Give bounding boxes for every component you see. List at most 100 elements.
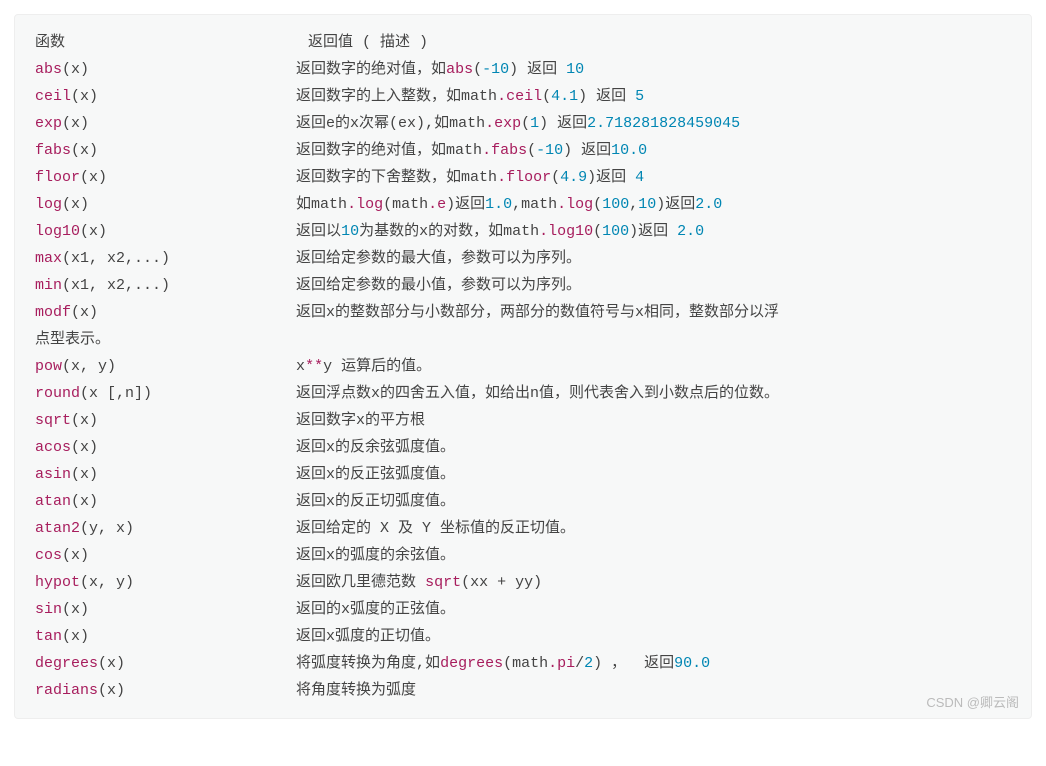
code-token: -10 [482,61,509,78]
code-token: 4.9 [560,169,587,186]
code-token: , [629,196,638,213]
code-line: round(x [,n]) 返回浮点数x的四舍五入值，如给出n值，则代表舍入到小… [35,380,1011,407]
code-token: ( [527,142,536,159]
code-token: (x) 返回x的反正切弧度值。 [71,493,455,510]
code-token: exp [35,115,62,132]
watermark: CSDN @卿云阁 [926,691,1019,714]
code-token: 100 [602,223,629,240]
code-token: fabs [35,142,71,159]
code-line: abs(x) 返回数字的绝对值，如abs(-10) 返回 10 [35,56,1011,83]
code-token: round [35,385,80,402]
code-token: abs [446,61,473,78]
code-token: (x) 返回数字的绝对值，如math [71,142,482,159]
code-token: .log10 [539,223,593,240]
code-token: 10 [341,223,359,240]
code-token: )返回 [446,196,485,213]
code-token: (x) 返回数字的下舍整数，如math [80,169,497,186]
code-token: radians [35,682,98,699]
code-line: ceil(x) 返回数字的上入整数，如math.ceil(4.1) 返回 5 [35,83,1011,110]
code-token: (x) 返回x弧度的正切值。 [62,628,440,645]
code-token: ) ， 返回 [593,655,674,672]
code-token: atan [35,493,71,510]
code-token: (x) 返回x的反余弦弧度值。 [71,439,455,456]
code-token: hypot [35,574,80,591]
code-token: 5 [635,88,644,105]
code-token: cos [35,547,62,564]
code-token: ( [542,88,551,105]
code-line: sqrt(x) 返回数字x的平方根 [35,407,1011,434]
code-token: min [35,277,62,294]
code-token: sin [35,601,62,618]
code-line: asin(x) 返回x的反正弦弧度值。 [35,461,1011,488]
code-token: log10 [35,223,80,240]
code-line: max(x1, x2,...) 返回给定参数的最大值，参数可以为序列。 [35,245,1011,272]
code-token: .pi [548,655,575,672]
code-line: 函数 返回值 ( 描述 ) [35,29,1011,56]
code-line: atan2(y, x) 返回给定的 X 及 Y 坐标值的反正切值。 [35,515,1011,542]
code-token: 2.0 [695,196,722,213]
code-token: ** [305,358,323,375]
code-token: (x) 返回的x弧度的正弦值。 [62,601,455,618]
code-token: ) 返回 [539,115,587,132]
code-token: (x) 如math [62,196,347,213]
code-token: 2.718281828459045 [587,115,740,132]
code-token: y 运算后的值。 [323,358,431,375]
code-token: (x1, x2,...) 返回给定参数的最大值，参数可以为序列。 [62,250,581,267]
code-line: floor(x) 返回数字的下舍整数，如math.floor(4.9)返回 4 [35,164,1011,191]
code-token: ) 返回 [509,61,566,78]
code-token: acos [35,439,71,456]
code-block: 函数 返回值 ( 描述 )abs(x) 返回数字的绝对值，如abs(-10) 返… [14,14,1032,719]
code-token: 4.1 [551,88,578,105]
code-token: (x) 返回x的反正弦弧度值。 [71,466,455,483]
code-line: hypot(x, y) 返回欧几里德范数 sqrt(xx + yy) [35,569,1011,596]
code-token: 10 [566,61,584,78]
code-line: degrees(x) 将弧度转换为角度,如degrees(math.pi/2) … [35,650,1011,677]
code-line: cos(x) 返回x的弧度的余弦值。 [35,542,1011,569]
code-token: .log [557,196,593,213]
code-token: ) 返回 [563,142,611,159]
code-token: atan2 [35,520,80,537]
code-token: 点型表示。 [35,331,110,348]
code-token: (x) 返回数字的上入整数，如math [71,88,497,105]
code-token: (x1, x2,...) 返回给定参数的最小值，参数可以为序列。 [62,277,581,294]
code-token: (math [503,655,548,672]
code-token: ( [593,196,602,213]
code-token: (x, y) x [62,358,305,375]
code-token: .exp [485,115,521,132]
code-token: (xx + yy) [461,574,542,591]
code-token: 2.0 [677,223,704,240]
code-token: .e [428,196,446,213]
code-token: degrees [440,655,503,672]
code-token: 10 [638,196,656,213]
code-token: degrees [35,655,98,672]
code-token: (y, x) 返回给定的 X 及 Y 坐标值的反正切值。 [80,520,575,537]
code-token: (math [383,196,428,213]
code-token: ) 返回 [578,88,635,105]
code-line: 点型表示。 [35,326,1011,353]
code-line: atan(x) 返回x的反正切弧度值。 [35,488,1011,515]
code-token: (x) 将角度转换为弧度 [98,682,416,699]
code-token: )返回 [587,169,635,186]
code-line: acos(x) 返回x的反余弦弧度值。 [35,434,1011,461]
code-token: (x) 返回数字x的平方根 [71,412,425,429]
code-token: (x) 将弧度转换为角度,如 [98,655,440,672]
code-token: (x, y) 返回欧几里德范数 [80,574,425,591]
code-token: ,math [512,196,557,213]
code-token: (x) 返回以 [80,223,341,240]
code-line: pow(x, y) x**y 运算后的值。 [35,353,1011,380]
code-token: asin [35,466,71,483]
code-line: sin(x) 返回的x弧度的正弦值。 [35,596,1011,623]
code-token: 1.0 [485,196,512,213]
code-token: 1 [530,115,539,132]
code-token: modf [35,304,71,321]
code-token: log [35,196,62,213]
code-token: max [35,250,62,267]
code-token: (x) 返回x的整数部分与小数部分，两部分的数值符号与x相同，整数部分以浮 [71,304,779,321]
code-token: 100 [602,196,629,213]
code-token: ( [593,223,602,240]
code-line: modf(x) 返回x的整数部分与小数部分，两部分的数值符号与x相同，整数部分以… [35,299,1011,326]
code-token: (x) 返回数字的绝对值，如 [62,61,446,78]
code-token: 90.0 [674,655,710,672]
code-token: abs [35,61,62,78]
code-line: fabs(x) 返回数字的绝对值，如math.fabs(-10) 返回10.0 [35,137,1011,164]
